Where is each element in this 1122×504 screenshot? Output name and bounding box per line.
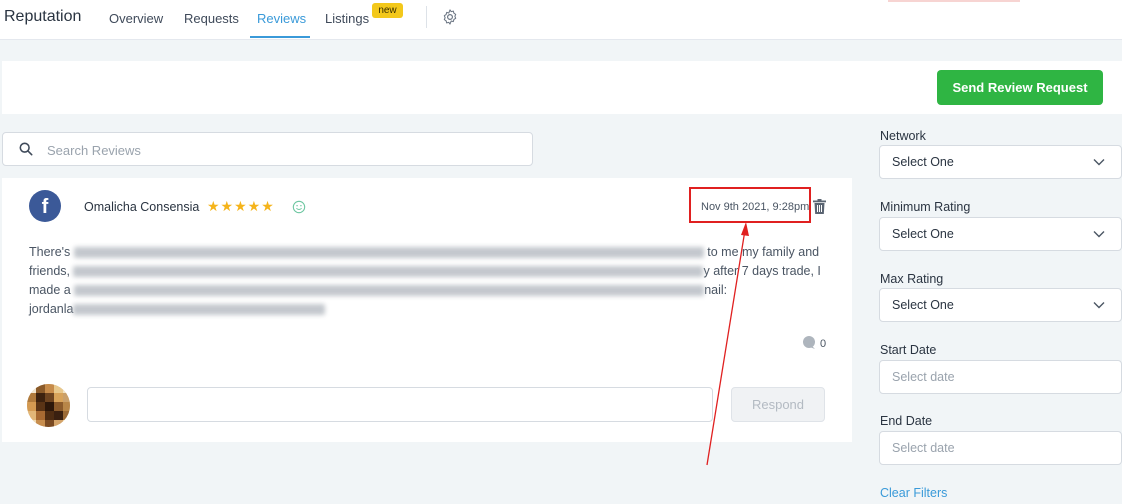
app-title: Reputation (4, 8, 82, 25)
chevron-down-icon (1093, 302, 1105, 309)
reply-input[interactable] (87, 387, 713, 422)
redacted-text (73, 266, 704, 278)
review-line: jordanla (29, 300, 829, 319)
search-icon (19, 142, 33, 156)
min-rating-select[interactable]: Select One (879, 217, 1122, 251)
max-rating-select-value: Select One (892, 298, 954, 312)
trash-icon[interactable] (813, 199, 826, 214)
review-line: made a nail: (29, 283, 728, 297)
redacted-text (73, 304, 326, 316)
top-nav-bar (0, 0, 1122, 40)
redacted-text (74, 285, 705, 297)
search-input[interactable] (47, 140, 517, 160)
start-date-label: Start Date (880, 343, 937, 357)
min-rating-select-value: Select One (892, 227, 954, 241)
end-date-label: End Date (880, 414, 933, 428)
send-review-request-button[interactable]: Send Review Request (937, 70, 1103, 105)
comment-icon[interactable] (802, 336, 816, 349)
star-rating: ★★★★★ (207, 198, 275, 214)
gear-icon[interactable] (441, 8, 459, 26)
review-text: There's to me my family and friends, y a… (29, 243, 829, 319)
search-box[interactable] (2, 132, 533, 166)
respond-button[interactable]: Respond (731, 387, 825, 422)
max-rating-label: Max Rating (880, 272, 944, 286)
avatar (27, 384, 70, 427)
active-tab-indicator (250, 36, 310, 38)
tab-reviews[interactable]: Reviews (257, 11, 306, 26)
review-date: Nov 9th 2021, 9:28pm (701, 201, 810, 213)
review-line: There's to me my family and (29, 245, 820, 259)
facebook-icon: f (29, 190, 61, 222)
new-badge: new (372, 3, 403, 18)
network-select-value: Select One (892, 155, 954, 169)
nav-divider (426, 6, 427, 28)
decorative-strip (888, 0, 1020, 2)
chevron-down-icon (1093, 231, 1105, 238)
review-line: friends, y after 7 days trade, I (29, 264, 821, 278)
chevron-down-icon (1093, 159, 1105, 166)
network-label: Network (880, 129, 926, 143)
end-date-input[interactable] (879, 431, 1122, 465)
smile-icon (292, 200, 306, 214)
tab-overview[interactable]: Overview (109, 11, 163, 26)
network-select[interactable]: Select One (879, 145, 1122, 179)
clear-filters-link[interactable]: Clear Filters (880, 486, 947, 500)
tab-listings[interactable]: Listings (325, 11, 369, 26)
min-rating-label: Minimum Rating (880, 200, 971, 214)
start-date-input[interactable] (879, 360, 1122, 394)
tab-requests[interactable]: Requests (184, 11, 239, 26)
reviewer-name: Omalicha Consensia (84, 200, 200, 214)
redacted-text (73, 247, 704, 259)
max-rating-select[interactable]: Select One (879, 288, 1122, 322)
comment-count: 0 (820, 338, 827, 350)
